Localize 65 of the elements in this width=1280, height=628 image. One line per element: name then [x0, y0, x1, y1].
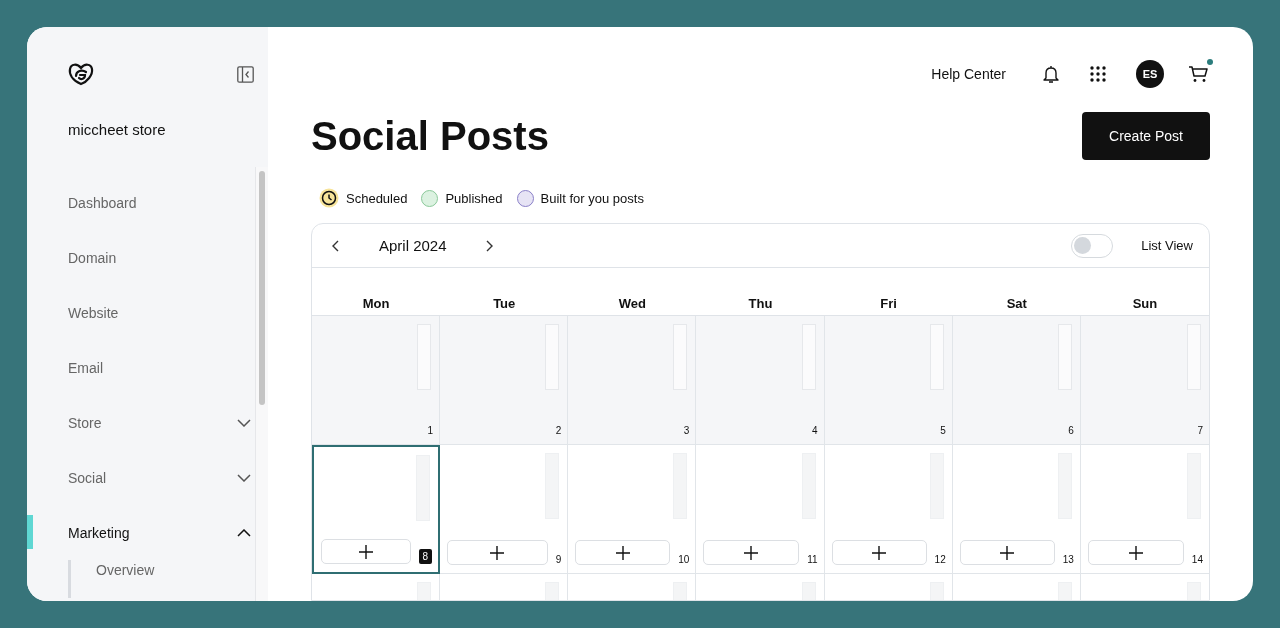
plus-icon [1000, 545, 1015, 560]
logo-icon [68, 62, 94, 86]
day-number: 10 [678, 554, 690, 565]
bell-icon[interactable] [1042, 64, 1060, 84]
sidebar-item[interactable]: Dashboard [68, 194, 253, 211]
sidebar-subitem[interactable]: Overview [96, 560, 255, 578]
day-number: 1 [427, 425, 434, 436]
day-number: 9 [555, 554, 562, 565]
sidebar-item[interactable]: Website [68, 304, 253, 321]
add-post-button[interactable] [959, 540, 1055, 565]
legend-label: Built for you posts [540, 190, 644, 206]
day-cell[interactable]: 10 [568, 445, 697, 574]
sidebar-item[interactable]: Domain [68, 249, 253, 266]
plus-icon [744, 545, 759, 560]
next-month-icon[interactable] [485, 239, 494, 252]
apps-grid-icon[interactable] [1090, 66, 1106, 82]
day-number: 8 [418, 549, 433, 564]
add-post-button[interactable] [831, 540, 927, 565]
day-number: 6 [1068, 425, 1074, 436]
day-cell[interactable]: 11 [696, 445, 825, 574]
day-number: 2 [555, 425, 562, 436]
toggle-label: List View [1141, 238, 1193, 253]
list-view-toggle[interactable] [1071, 233, 1114, 258]
legend-label: Scheduled [346, 190, 408, 206]
legend-label: Published [445, 190, 503, 206]
day-cell[interactable]: 14 [1080, 445, 1209, 574]
day-number: 11 [807, 554, 818, 565]
store-name: miccheet store [67, 120, 167, 138]
day-number: 13 [1062, 554, 1074, 565]
collapse-sidebar-icon[interactable] [237, 65, 254, 83]
sidebar-item[interactable]: Email [68, 359, 253, 376]
day-number: 4 [812, 425, 818, 436]
add-post-button[interactable] [321, 539, 411, 564]
day-cell[interactable]: 8 [312, 445, 441, 574]
chevron-up-icon[interactable] [237, 528, 251, 537]
page-title: Social Posts [311, 113, 549, 159]
sidebar-item[interactable]: Marketing [68, 524, 237, 541]
help-center-link[interactable]: Help Center [931, 66, 1006, 82]
create-post-button[interactable]: Create Post [1082, 112, 1210, 160]
day-cell[interactable]: 13 [952, 445, 1081, 574]
add-post-button[interactable] [447, 540, 548, 565]
plus-icon [872, 545, 887, 560]
day-number: 3 [683, 425, 690, 436]
month-label: April 2024 [379, 237, 447, 254]
sidebar-item[interactable]: Social [68, 469, 237, 486]
scrollbar[interactable] [255, 167, 268, 601]
sidebar-item[interactable]: Store [68, 414, 237, 431]
avatar-button[interactable]: ES [1136, 60, 1164, 88]
plus-icon [615, 545, 630, 560]
plus-icon [1128, 545, 1143, 560]
day-number: 7 [1197, 425, 1203, 436]
chevron-down-icon[interactable] [237, 473, 251, 482]
cart-icon[interactable] [1188, 65, 1210, 83]
add-post-button[interactable] [575, 540, 671, 565]
add-post-button[interactable] [703, 540, 800, 565]
day-number: 12 [934, 554, 946, 565]
plus-icon [358, 544, 373, 559]
day-number: 5 [940, 425, 946, 436]
previous-month-icon[interactable] [331, 239, 339, 252]
day-number: 14 [1191, 554, 1203, 565]
add-post-button[interactable] [1087, 540, 1184, 565]
chevron-down-icon[interactable] [237, 418, 251, 427]
day-cell[interactable]: 9 [440, 445, 569, 574]
day-cell[interactable]: 12 [824, 445, 953, 574]
plus-icon [490, 545, 505, 560]
